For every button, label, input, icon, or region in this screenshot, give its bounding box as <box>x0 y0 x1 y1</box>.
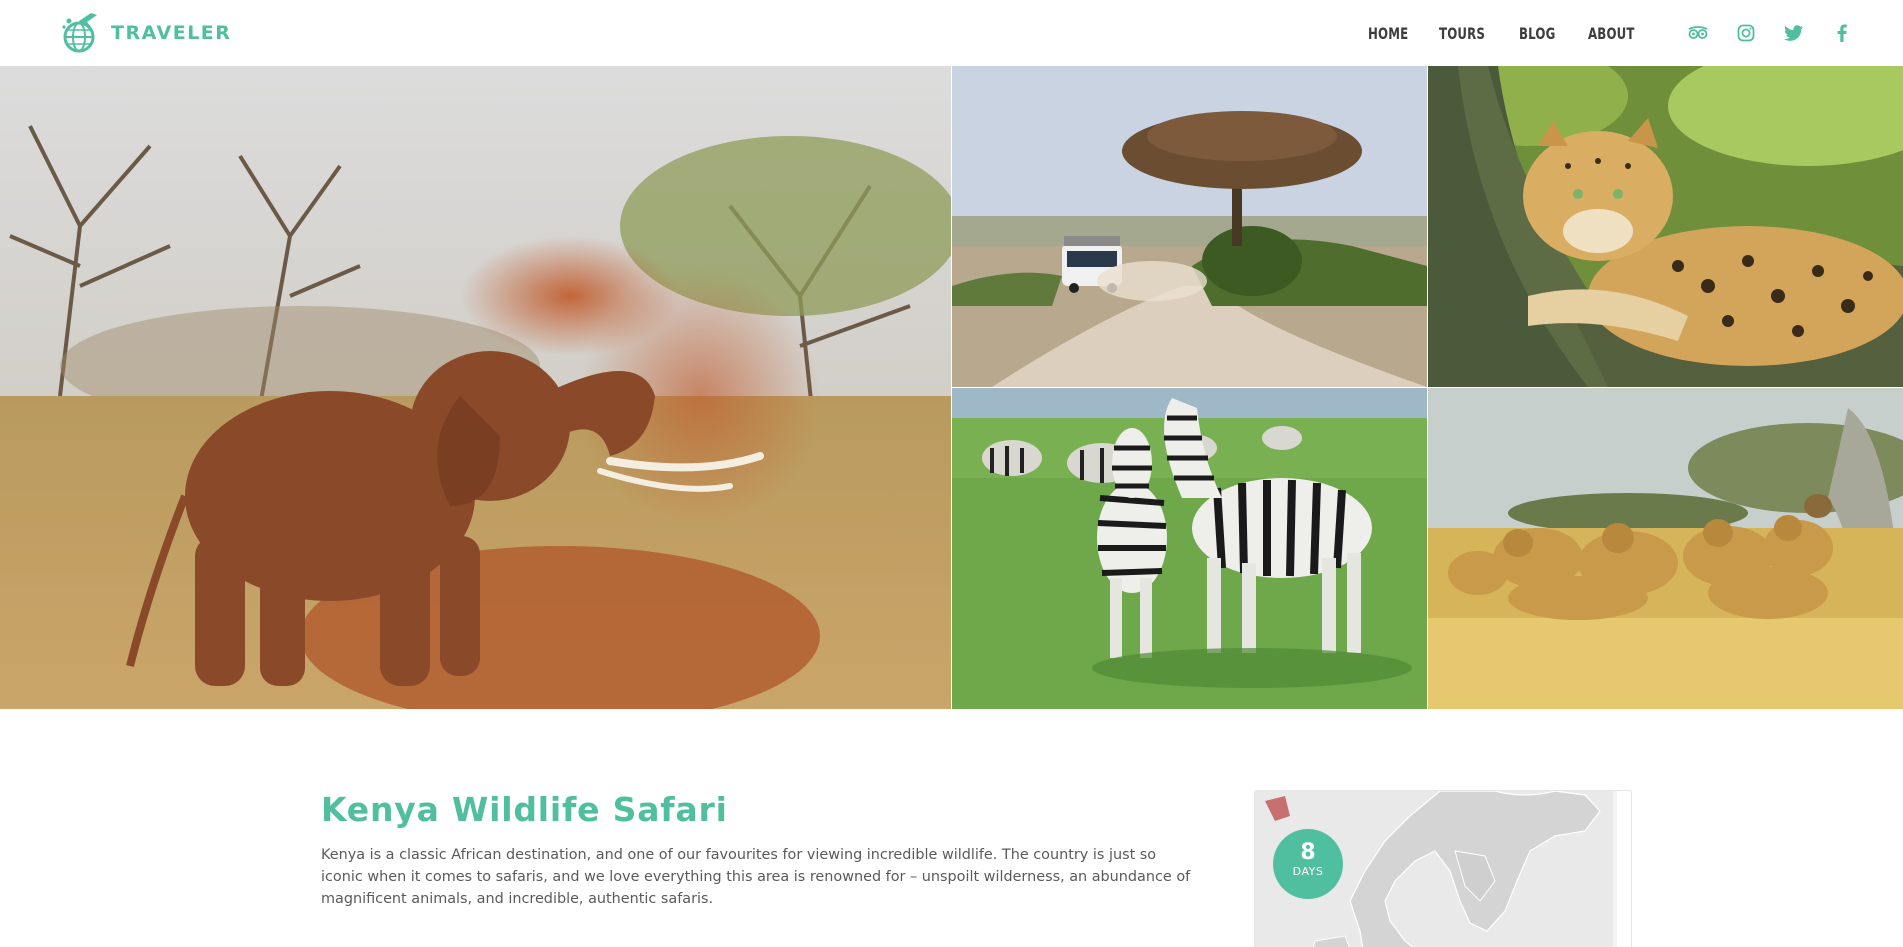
nav-home[interactable]: HOME <box>1368 24 1408 43</box>
tour-title: Kenya Wildlife Safari <box>321 790 728 829</box>
brand-logo[interactable]: TRAVELER <box>57 9 231 57</box>
safari-road-photo <box>952 66 1427 387</box>
tour-details: Kenya Wildlife Safari Kenya is a classic… <box>321 790 1201 910</box>
gallery-photo-safari-road[interactable] <box>952 66 1427 387</box>
facebook-icon[interactable] <box>1830 21 1854 45</box>
gallery-photo-zebras[interactable] <box>952 388 1427 709</box>
nav-about[interactable]: ABOUT <box>1588 24 1635 43</box>
main-nav: HOME TOURS BLOG ABOUT <box>1368 0 1645 66</box>
instagram-icon[interactable] <box>1734 21 1758 45</box>
twitter-icon[interactable] <box>1782 21 1806 45</box>
tripadvisor-icon[interactable] <box>1686 21 1710 45</box>
brand-name: TRAVELER <box>111 22 232 44</box>
tour-map-card: 8 DAYS <box>1254 790 1632 947</box>
zebras-photo <box>952 388 1427 709</box>
duration-number: 8 <box>1300 840 1316 865</box>
duration-unit: DAYS <box>1292 865 1324 878</box>
globe-plane-logo-icon <box>62 13 97 53</box>
elephant-photo <box>0 66 951 709</box>
gallery-photo-lions[interactable] <box>1428 388 1903 709</box>
tour-description: Kenya is a classic African destination, … <box>321 847 1191 907</box>
photo-gallery <box>0 66 1903 709</box>
lions-photo <box>1428 388 1903 709</box>
leopard-photo <box>1428 66 1903 387</box>
social-links <box>1686 0 1854 66</box>
gallery-photo-elephant[interactable] <box>0 66 951 709</box>
gallery-photo-leopard[interactable] <box>1428 66 1903 387</box>
site-header: TRAVELER HOME TOURS BLOG ABOUT <box>0 0 1903 66</box>
nav-tours[interactable]: TOURS <box>1439 24 1485 43</box>
duration-badge: 8 DAYS <box>1273 829 1343 899</box>
nav-blog[interactable]: BLOG <box>1519 24 1555 43</box>
